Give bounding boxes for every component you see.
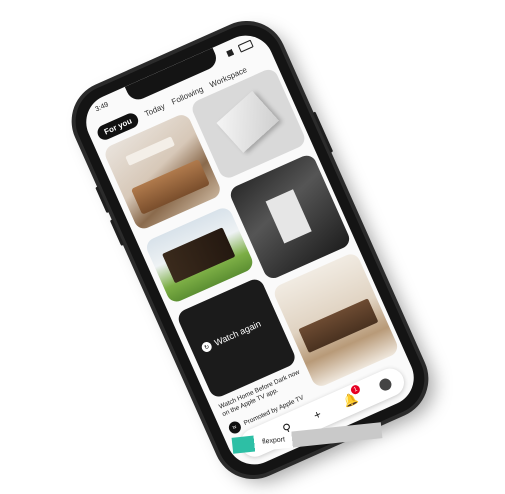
signal-icon bbox=[226, 47, 238, 57]
replay-icon: ↻ bbox=[200, 340, 214, 354]
pin-image-detail bbox=[125, 136, 175, 166]
pin-image-detail bbox=[298, 298, 379, 353]
plus-icon[interactable]: + bbox=[311, 407, 323, 423]
battery-icon bbox=[237, 39, 254, 53]
status-time: 3:49 bbox=[94, 101, 110, 114]
avatar[interactable] bbox=[377, 376, 394, 393]
tab-today[interactable]: Today bbox=[143, 101, 166, 118]
pin-image-detail bbox=[162, 227, 236, 284]
volume-button bbox=[109, 219, 124, 247]
pin-image-detail bbox=[130, 159, 210, 215]
apple-tv-logo: tv bbox=[226, 419, 243, 436]
bell-icon[interactable]: 🔔 1 bbox=[341, 383, 362, 410]
watch-again-label: Watch again bbox=[212, 318, 263, 348]
notification-badge: 1 bbox=[349, 383, 362, 396]
watch-again-button[interactable]: ↻ Watch again bbox=[200, 319, 262, 354]
pin-grid: ↻ Watch again Watch Home Before Dark now… bbox=[102, 66, 401, 436]
pin-image-detail bbox=[265, 189, 312, 244]
phone-screen: 3:49 For you Today Following Workspace ↻… bbox=[77, 26, 423, 474]
pin-image-detail bbox=[216, 90, 279, 153]
phone: 3:49 For you Today Following Workspace ↻… bbox=[64, 13, 436, 487]
power-button bbox=[312, 111, 334, 153]
pin-cafe[interactable] bbox=[271, 251, 401, 390]
volume-button bbox=[95, 186, 110, 214]
